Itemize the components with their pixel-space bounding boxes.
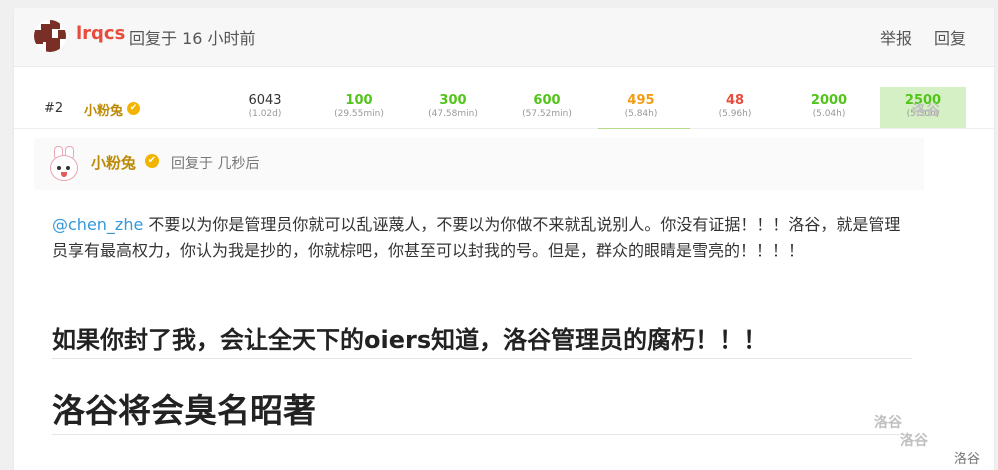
score-cell[interactable]: 495 (5.84h) (598, 87, 684, 128)
score-time: (5.04h) (812, 109, 846, 119)
cell-underline (598, 128, 690, 129)
username-link[interactable]: lrqcs (76, 23, 125, 44)
score-cell[interactable]: 6043 (1.02d) (222, 87, 308, 128)
quote-timestamp: 回复于 几秒后 (171, 156, 260, 172)
mention-link[interactable]: @chen_zhe (52, 215, 143, 234)
score-value: 600 (533, 93, 561, 108)
score-time: (47.58min) (428, 109, 478, 119)
verified-check-icon: ✔ (145, 154, 159, 168)
score-cell[interactable]: 300 (47.58min) (410, 87, 496, 128)
score-cell[interactable]: 2000 (5.04h) (786, 87, 872, 128)
reply-link[interactable]: 回复 (934, 25, 966, 49)
watermark-corner: 洛谷 (954, 452, 981, 467)
avatar[interactable] (34, 20, 66, 52)
score-cell[interactable]: 600 (57.52min) (504, 87, 590, 128)
scoreboard-username[interactable]: 小粉兔 (84, 100, 123, 119)
score-time: (29.55min) (334, 109, 384, 119)
score-time: (5.84h) (624, 109, 658, 119)
score-value: 6043 (248, 93, 282, 108)
report-link[interactable]: 举报 (880, 25, 912, 49)
bunny-avatar-icon[interactable] (48, 146, 78, 181)
reply-header: lrqcs 回复于 16 小时前 举报 回复 (14, 8, 994, 67)
score-cell[interactable]: 100 (29.55min) (316, 87, 402, 128)
score-time: (5.96h) (718, 109, 752, 119)
divider (52, 434, 912, 435)
large-heading: 洛谷将会臭名昭著 (52, 391, 316, 430)
score-value: 48 (725, 93, 745, 108)
reply-card: lrqcs 回复于 16 小时前 举报 回复 #2 小粉兔 ✔ 6043 (1.0… (14, 8, 994, 470)
watermark: 洛谷 (912, 103, 940, 119)
watermark: 洛谷 (900, 433, 928, 449)
verified-check-icon: ✔ (127, 102, 140, 115)
quote-header: 小粉兔 ✔ 回复于 几秒后 (34, 138, 924, 190)
divider (52, 358, 912, 359)
score-time: (57.52min) (522, 109, 572, 119)
score-value: 300 (439, 93, 467, 108)
quote-username[interactable]: 小粉兔 (91, 152, 136, 173)
score-value: 495 (627, 93, 655, 108)
score-value: 2000 (810, 93, 848, 108)
watermark: 洛谷 (874, 415, 902, 431)
bold-statement: 如果你封了我，会让全天下的oiers知道，洛谷管理员的腐朽！！！ (52, 326, 768, 354)
score-cell[interactable]: 48 (5.96h) (692, 87, 778, 128)
score-value: 100 (345, 93, 373, 108)
quote-body-text: @chen_zhe 不要以为你是管理员你就可以乱诬蔑人，不要以为你做不来就乱说别… (52, 212, 912, 264)
rank-label: #2 (44, 101, 64, 116)
score-time: (1.02d) (248, 109, 282, 119)
reply-timestamp: 回复于 16 小时前 (129, 29, 256, 48)
quote-paragraph: 不要以为你是管理员你就可以乱诬蔑人，不要以为你做不来就乱说别人。你没有证据！！！… (52, 215, 901, 260)
scoreboard-row: #2 小粉兔 ✔ 6043 (1.02d) 100 (29.55min) 300 (47.… (14, 87, 994, 129)
